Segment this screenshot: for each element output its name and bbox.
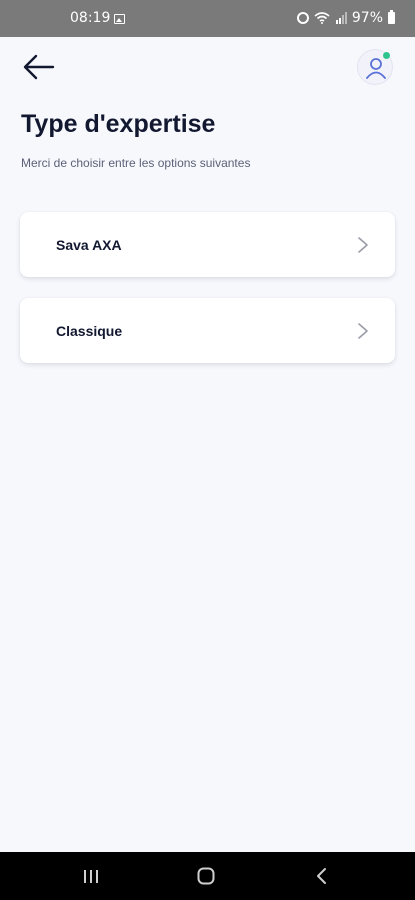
page-title: Type d'expertise	[21, 110, 216, 138]
system-nav-bar	[0, 852, 415, 900]
chevron-right-icon	[358, 323, 368, 339]
recents-icon[interactable]	[82, 869, 100, 884]
avatar-button[interactable]	[357, 49, 393, 85]
option-label: Sava AXA	[56, 237, 122, 253]
option-sava-axa[interactable]: Sava AXA	[20, 212, 395, 277]
chevron-right-icon	[358, 237, 368, 253]
option-classique[interactable]: Classique	[20, 298, 395, 363]
page-subtitle: Merci de choisir entre les options suiva…	[21, 156, 251, 170]
home-icon[interactable]	[197, 867, 215, 885]
back-button[interactable]	[22, 52, 56, 82]
status-time: 08:19	[70, 10, 111, 26]
alarm-icon	[296, 12, 309, 24]
battery-icon	[388, 10, 395, 24]
arrow-left-icon	[23, 54, 55, 80]
back-icon[interactable]	[315, 867, 329, 885]
status-bar: 08:19 97%	[0, 0, 415, 37]
online-status-dot	[383, 52, 390, 59]
option-label: Classique	[56, 323, 123, 339]
battery-percentage: 97%	[351, 10, 383, 26]
wifi-icon	[314, 12, 330, 24]
signal-icon	[335, 12, 347, 24]
image-icon	[114, 14, 125, 24]
status-icons: 97%	[296, 10, 395, 26]
